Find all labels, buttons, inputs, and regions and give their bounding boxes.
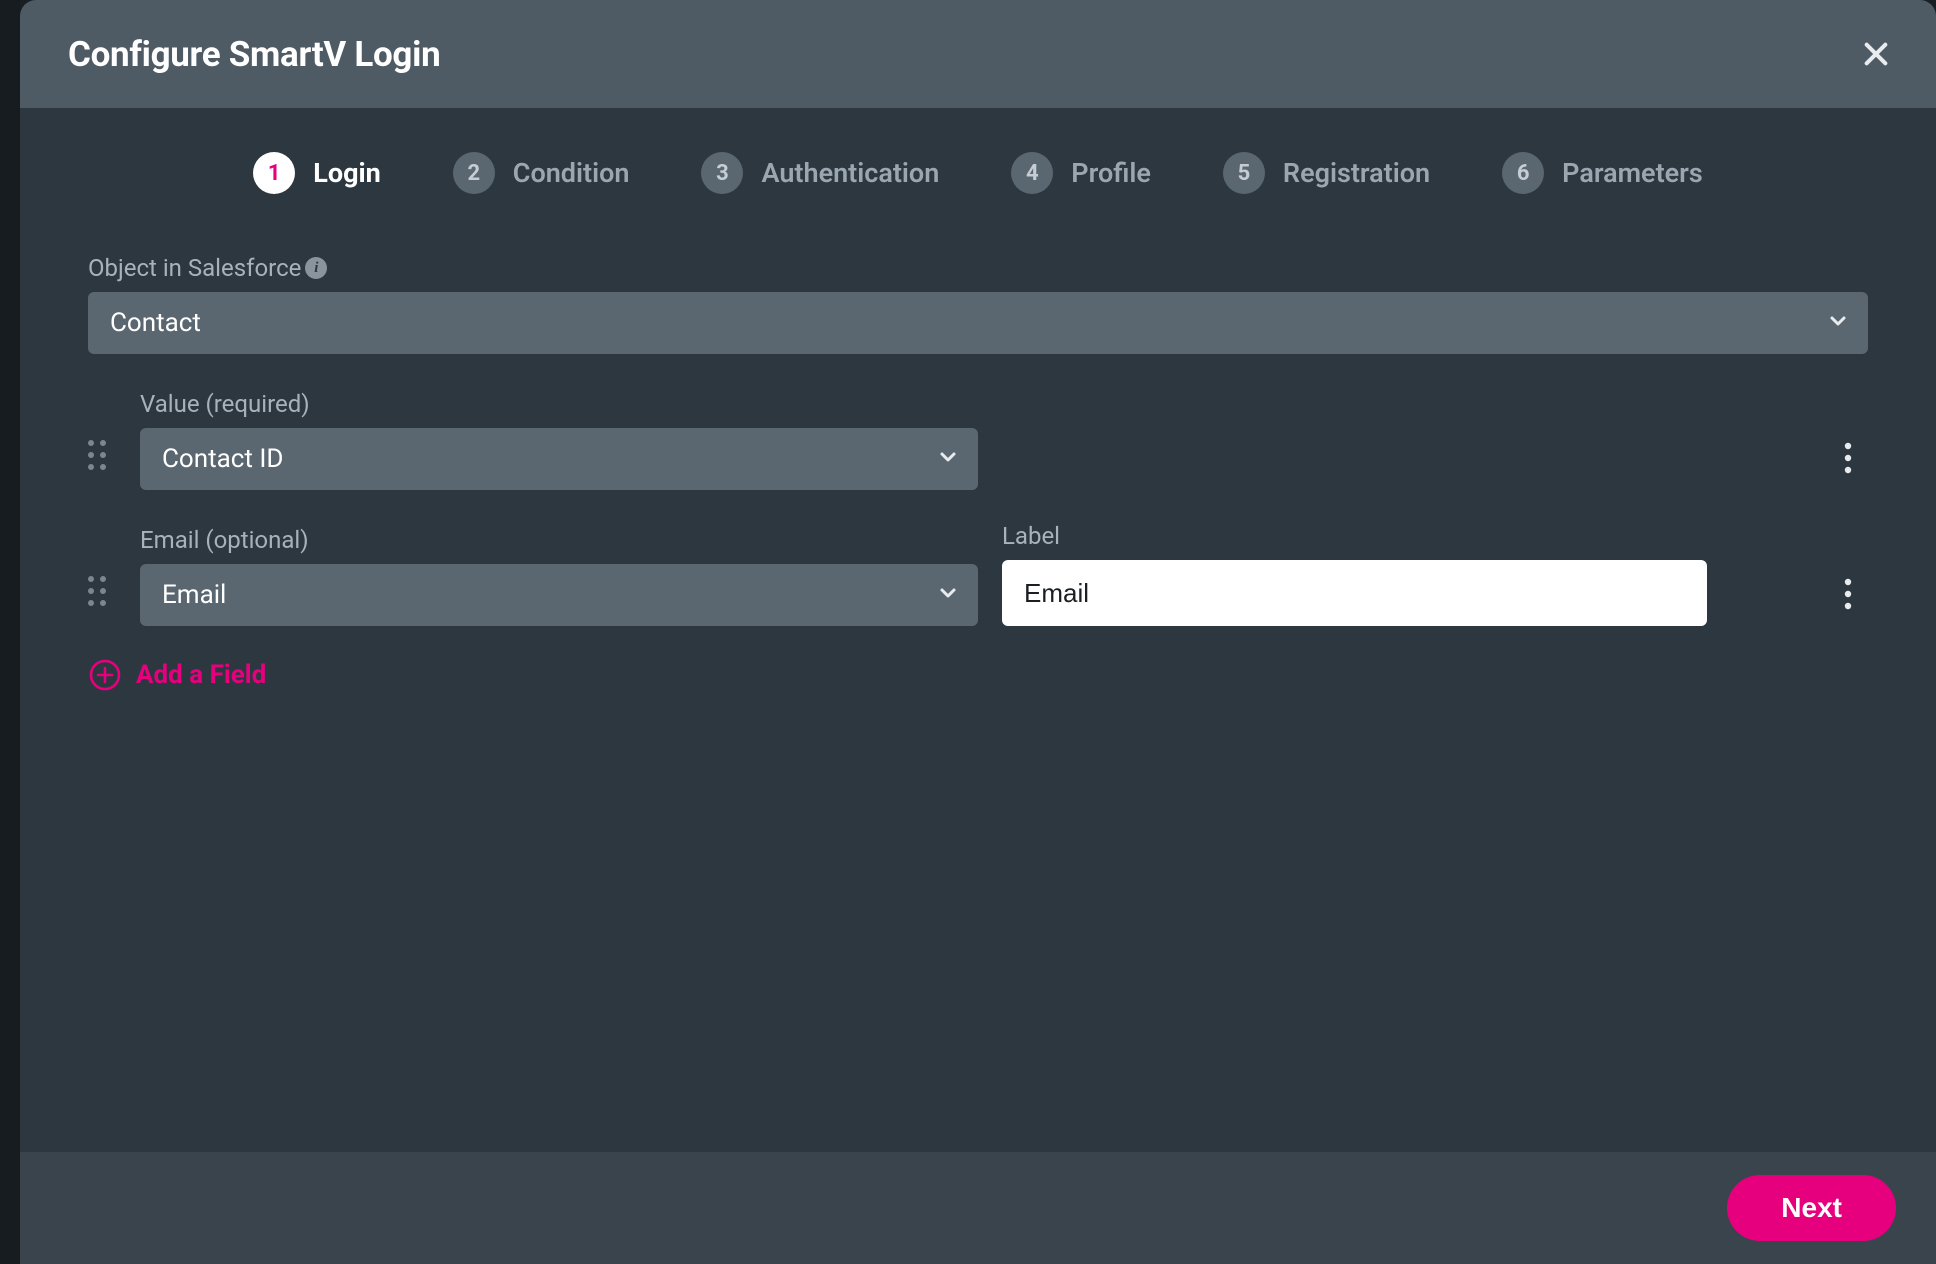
email-select[interactable]: Email (140, 564, 978, 626)
drag-handle-icon[interactable] (88, 440, 116, 490)
step-registration[interactable]: 5 Registration (1223, 152, 1430, 194)
field-select-label: Email (optional) (140, 526, 978, 554)
add-field-button[interactable]: Add a Field (88, 658, 1868, 692)
step-label: Condition (513, 157, 630, 189)
step-authentication[interactable]: 3 Authentication (701, 152, 939, 194)
step-condition[interactable]: 2 Condition (453, 152, 630, 194)
step-label: Profile (1071, 157, 1151, 189)
object-label-text: Object in Salesforce (88, 254, 301, 282)
object-label: Object in Salesforce i (88, 254, 1868, 282)
row-menu-button[interactable] (1828, 578, 1868, 626)
value-select-value: Contact ID (162, 444, 283, 474)
configure-login-modal: Configure SmartV Login 1 Login 2 Conditi… (20, 0, 1936, 1264)
object-select-value: Contact (110, 308, 201, 338)
step-number: 2 (453, 152, 495, 194)
field-select-label: Value (required) (140, 390, 978, 418)
kebab-menu-icon (1844, 442, 1852, 474)
plus-circle-icon (88, 658, 122, 692)
close-button[interactable] (1852, 30, 1900, 78)
modal-title: Configure SmartV Login (68, 34, 440, 75)
object-select[interactable]: Contact (88, 292, 1868, 354)
value-select[interactable]: Contact ID (140, 428, 978, 490)
step-label: Authentication (761, 157, 939, 189)
step-label: Login (313, 157, 381, 189)
step-profile[interactable]: 4 Profile (1011, 152, 1151, 194)
chevron-down-icon (936, 581, 960, 609)
field-select-column: Value (required) Contact ID (140, 390, 978, 490)
step-label: Parameters (1562, 157, 1703, 189)
field-select-column: Email (optional) Email (140, 526, 978, 626)
chevron-down-icon (1826, 309, 1850, 337)
modal-footer: Next (20, 1152, 1936, 1264)
add-field-label: Add a Field (136, 660, 266, 690)
field-text-label: Label (1002, 522, 1707, 550)
field-text-column: Label (1002, 522, 1707, 626)
field-row: Email (optional) Email Label (88, 522, 1868, 626)
step-number: 3 (701, 152, 743, 194)
step-parameters[interactable]: 6 Parameters (1502, 152, 1703, 194)
backdrop (0, 0, 20, 1264)
step-number: 6 (1502, 152, 1544, 194)
drag-handle-icon[interactable] (88, 576, 116, 626)
field-rows: Value (required) Contact ID (88, 390, 1868, 626)
wizard-steps: 1 Login 2 Condition 3 Authentication 4 P… (20, 108, 1936, 254)
close-icon (1860, 38, 1892, 70)
step-label: Registration (1283, 157, 1430, 189)
kebab-menu-icon (1844, 578, 1852, 610)
step-number: 1 (253, 152, 295, 194)
modal-body: Object in Salesforce i Contact Value (re… (20, 254, 1936, 1152)
row-menu-button[interactable] (1828, 442, 1868, 490)
modal-header: Configure SmartV Login (20, 0, 1936, 108)
label-input[interactable] (1002, 560, 1707, 626)
step-number: 5 (1223, 152, 1265, 194)
next-button[interactable]: Next (1727, 1175, 1896, 1241)
field-row: Value (required) Contact ID (88, 390, 1868, 490)
info-icon[interactable]: i (305, 257, 327, 279)
email-select-value: Email (162, 580, 226, 610)
step-number: 4 (1011, 152, 1053, 194)
step-login[interactable]: 1 Login (253, 152, 381, 194)
chevron-down-icon (936, 445, 960, 473)
